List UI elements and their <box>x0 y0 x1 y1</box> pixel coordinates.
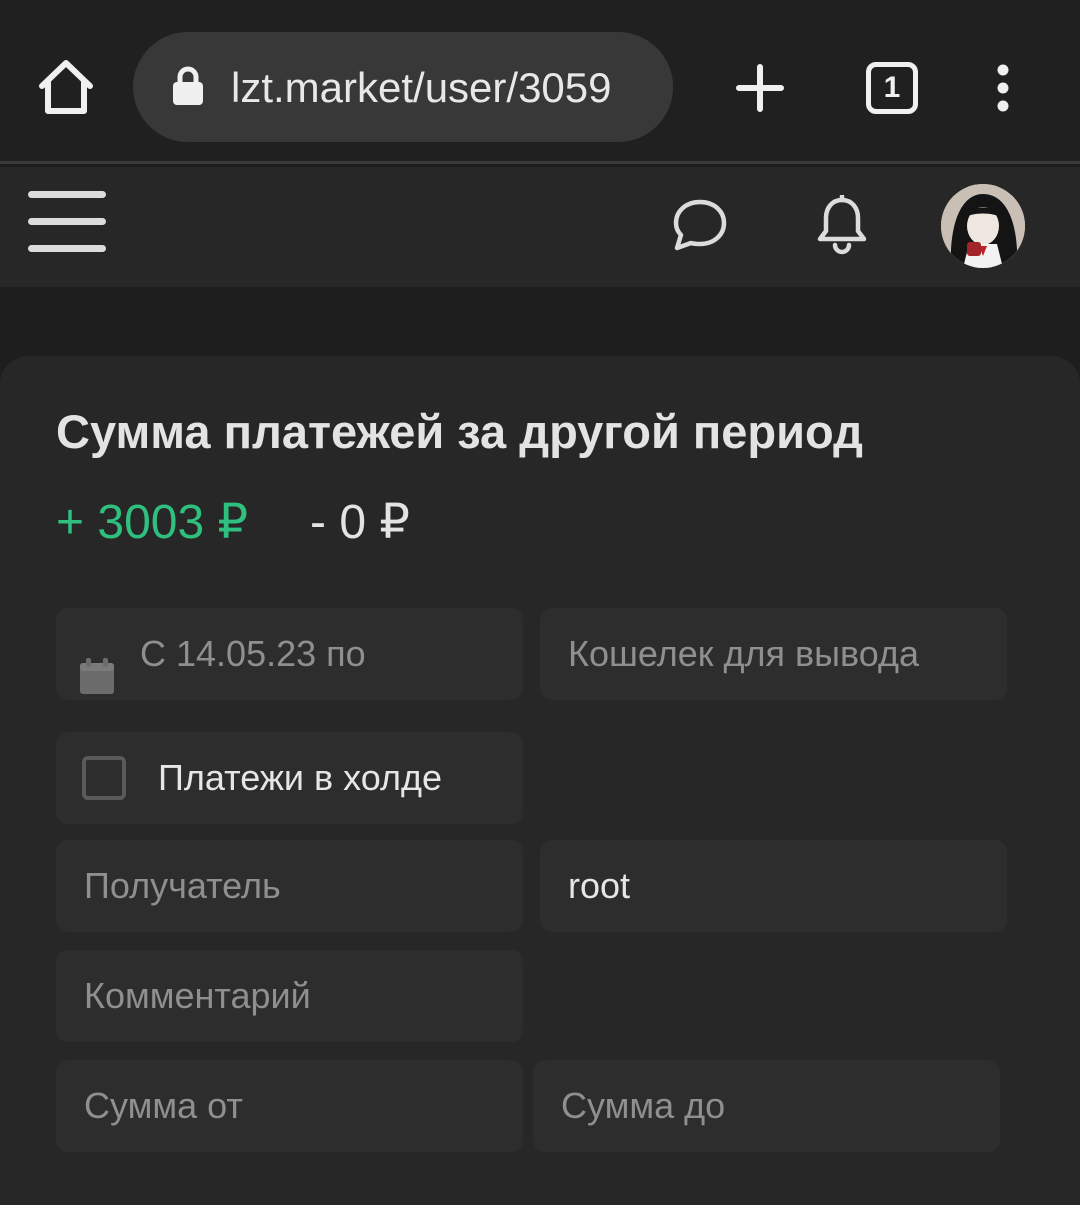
calendar-icon <box>80 636 114 694</box>
card-title: Сумма платежей за другой период <box>56 405 863 458</box>
bell-icon[interactable] <box>814 193 870 255</box>
sender-value: root <box>568 865 631 906</box>
hold-payments-toggle[interactable]: Платежи в холде <box>56 732 523 824</box>
wallet-field[interactable]: Кошелек для вывода <box>540 608 1007 700</box>
payments-summary-card: Сумма платежей за другой период + 3003 ₽… <box>0 356 1080 1205</box>
more-vert-icon[interactable] <box>992 64 1014 112</box>
sender-input[interactable]: root <box>540 840 1007 932</box>
url-fade <box>633 32 673 142</box>
tabs-count-button[interactable]: 1 <box>866 62 918 114</box>
hold-payments-checkbox[interactable] <box>82 756 126 800</box>
expense-sum: - 0 ₽ <box>310 496 410 549</box>
site-header <box>0 167 1080 287</box>
hold-payments-label: Платежи в холде <box>158 757 442 798</box>
comment-placeholder: Комментарий <box>84 975 311 1016</box>
avatar[interactable] <box>941 184 1025 268</box>
wallet-placeholder: Кошелек для вывода <box>568 633 919 674</box>
chat-icon[interactable] <box>672 197 728 253</box>
url-text[interactable]: lzt.market/user/3059 <box>231 60 651 116</box>
home-icon[interactable] <box>36 56 96 118</box>
lock-icon <box>171 66 205 106</box>
hamburger-menu-icon[interactable] <box>28 191 106 253</box>
recipient-placeholder: Получатель <box>84 865 281 906</box>
income-sum: + 3003 ₽ <box>56 496 249 549</box>
comment-input[interactable]: Комментарий <box>56 950 523 1042</box>
amount-from-placeholder: Сумма от <box>84 1085 243 1126</box>
amount-to-input[interactable]: Сумма до <box>533 1060 1000 1152</box>
amount-from-input[interactable]: Сумма от <box>56 1060 523 1152</box>
new-tab-icon[interactable] <box>736 64 784 112</box>
date-range-field[interactable]: С 14.05.23 по <box>56 608 523 700</box>
browser-toolbar: lzt.market/user/3059 1 <box>0 0 1080 164</box>
amount-to-placeholder: Сумма до <box>561 1085 726 1126</box>
recipient-input[interactable]: Получатель <box>56 840 523 932</box>
address-bar[interactable]: lzt.market/user/3059 <box>133 32 673 142</box>
date-range-text: С 14.05.23 по <box>140 633 366 674</box>
